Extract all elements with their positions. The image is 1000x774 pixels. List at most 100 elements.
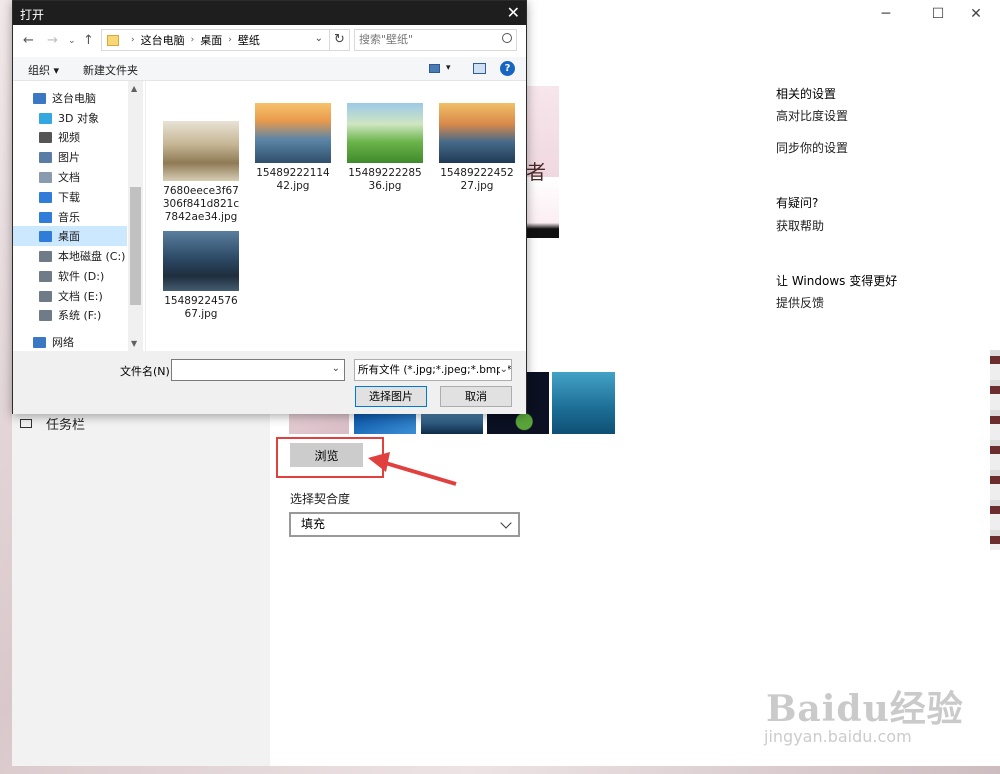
browse-button[interactable]: 浏览 (290, 443, 363, 467)
fit-select[interactable]: 填充 (289, 512, 520, 537)
refresh-icon[interactable]: ↻ (329, 30, 349, 50)
scroll-up-icon[interactable]: ▲ (131, 84, 137, 93)
network-icon (33, 336, 46, 348)
file-item[interactable]: 7680eece3f67306f841d821c7842ae34.jpg (161, 121, 241, 224)
minimize-icon[interactable]: ─ (878, 6, 894, 22)
search-icon (502, 33, 512, 43)
maximize-icon[interactable]: ☐ (930, 6, 946, 22)
document-icon (39, 171, 52, 183)
chevron-right-icon: › (131, 35, 135, 45)
breadcrumb-item[interactable]: 这台电脑 (141, 32, 185, 48)
nav-item[interactable]: 文档 (E:) (13, 286, 127, 306)
nav-item-label: 文档 (E:) (58, 290, 103, 303)
nav-item[interactable]: 桌面 (13, 226, 127, 246)
file-item[interactable]: 1548922245227.jpg (437, 103, 517, 193)
nav-item[interactable]: 网络 (13, 332, 127, 352)
nav-item[interactable]: 本地磁盘 (C:) (13, 246, 127, 266)
recent-locations-icon[interactable]: ⌄ (68, 36, 76, 46)
nav-item[interactable]: 视频 (13, 127, 127, 147)
filename-input[interactable]: ⌄ (171, 359, 345, 381)
nav-item[interactable]: 系统 (F:) (13, 305, 127, 325)
get-help-link[interactable]: 获取帮助 (776, 217, 824, 234)
back-icon[interactable]: ← (23, 33, 34, 48)
file-list-pane: 7680eece3f67306f841d821c7842ae34.jpg 154… (145, 81, 526, 351)
desktop-wallpaper-edge (990, 350, 1000, 550)
nav-scrollbar[interactable]: ▲ ▼ (128, 81, 143, 351)
watermark-url: jingyan.baidu.com (764, 727, 912, 746)
chevron-down-icon[interactable]: ⌄ (315, 33, 323, 44)
recent-background-5[interactable] (552, 372, 615, 434)
nav-item-label: 软件 (D:) (58, 270, 105, 283)
file-thumbnail (255, 103, 331, 163)
nav-item-label: 视频 (58, 131, 80, 144)
address-bar-row: ← → ⌄ ↑ › 这台电脑 › 桌面 › 壁纸 ⌄ ↻ 搜索"壁纸" (13, 25, 526, 57)
file-name: 1548922228536.jpg (348, 167, 422, 192)
drive-icon (39, 290, 52, 302)
chevron-down-icon[interactable]: ⌄ (332, 363, 340, 374)
nav-item-label: 3D 对象 (58, 112, 99, 125)
chevron-right-icon: › (228, 35, 232, 45)
nav-item-label: 系统 (F:) (58, 309, 102, 322)
picture-icon (39, 151, 52, 163)
preview-pane-icon[interactable] (473, 63, 486, 74)
nav-item[interactable]: 软件 (D:) (13, 266, 127, 286)
view-menu-icon[interactable]: ▾ (446, 63, 451, 73)
high-contrast-link[interactable]: 高对比度设置 (776, 107, 848, 124)
forward-icon[interactable]: → (47, 33, 58, 48)
change-view-icon[interactable] (429, 64, 440, 73)
dialog-titlebar: 打开 ✕ (13, 1, 526, 25)
scrollbar-thumb[interactable] (130, 187, 141, 305)
desktop-icon (39, 230, 52, 242)
select-picture-button[interactable]: 选择图片 (355, 386, 427, 407)
dialog-footer: 文件名(N): ⌄ 所有文件 (*.jpg;*.jpeg;*.bmp;*. ⌄ … (13, 351, 526, 414)
close-icon[interactable]: ✕ (968, 6, 984, 22)
computer-icon (33, 92, 46, 104)
breadcrumb-item[interactable]: 桌面 (200, 32, 222, 48)
nav-item-label: 音乐 (58, 211, 80, 224)
folder-icon (107, 34, 119, 46)
nav-item[interactable]: 3D 对象 (13, 108, 127, 128)
related-settings-title: 相关的设置 (776, 87, 837, 101)
nav-item-label: 文档 (58, 171, 80, 184)
breadcrumb-item[interactable]: 壁纸 (238, 32, 260, 48)
question-title: 有疑问? (776, 196, 819, 210)
nav-item[interactable]: 这台电脑 (13, 88, 127, 108)
nav-item-label: 下载 (58, 191, 80, 204)
close-icon[interactable]: ✕ (507, 3, 520, 22)
nav-item-label: 桌面 (58, 230, 80, 243)
nav-item[interactable]: 文档 (13, 167, 127, 187)
chevron-right-icon: › (190, 35, 195, 45)
up-icon[interactable]: ↑ (83, 33, 94, 48)
address-bar[interactable]: › 这台电脑 › 桌面 › 壁纸 ⌄ ↻ (101, 29, 350, 51)
drive-icon (39, 309, 52, 321)
file-thumbnail (163, 231, 239, 291)
search-input[interactable]: 搜索"壁纸" (354, 29, 517, 51)
filename-label: 文件名(N): (120, 365, 174, 378)
fit-value: 填充 (301, 517, 326, 531)
nav-item-label: 网络 (52, 336, 74, 349)
nav-item[interactable]: 图片 (13, 147, 127, 167)
nav-item[interactable]: 下载 (13, 187, 127, 207)
filter-value: 所有文件 (*.jpg;*.jpeg;*.bmp;*. (358, 364, 512, 376)
new-folder-button[interactable]: 新建文件夹 (83, 62, 138, 78)
file-type-filter[interactable]: 所有文件 (*.jpg;*.jpeg;*.bmp;*. ⌄ (354, 359, 512, 381)
cancel-button[interactable]: 取消 (440, 386, 512, 407)
scroll-down-icon[interactable]: ▼ (131, 339, 137, 348)
sync-settings-link[interactable]: 同步你的设置 (776, 139, 848, 156)
organize-button[interactable]: 组织 ▾ (28, 62, 59, 78)
help-icon[interactable]: ? (500, 61, 515, 76)
sidebar-item-label: 任务栏 (46, 418, 86, 433)
chevron-down-icon: ⌄ (499, 360, 508, 380)
file-item[interactable]: 1548922228536.jpg (345, 103, 425, 193)
download-icon (39, 191, 52, 203)
fit-label: 选择契合度 (290, 492, 351, 506)
sidebar-item-taskbar[interactable]: 任务栏 (20, 414, 85, 433)
feedback-link[interactable]: 提供反馈 (776, 294, 824, 311)
file-item[interactable]: 1548922457667.jpg (161, 231, 241, 321)
file-item[interactable]: 1548922211442.jpg (253, 103, 333, 193)
taskbar-icon (20, 419, 32, 428)
music-icon (39, 211, 52, 223)
nav-item[interactable]: 音乐 (13, 207, 127, 227)
video-icon (39, 131, 52, 143)
file-thumbnail (439, 103, 515, 163)
